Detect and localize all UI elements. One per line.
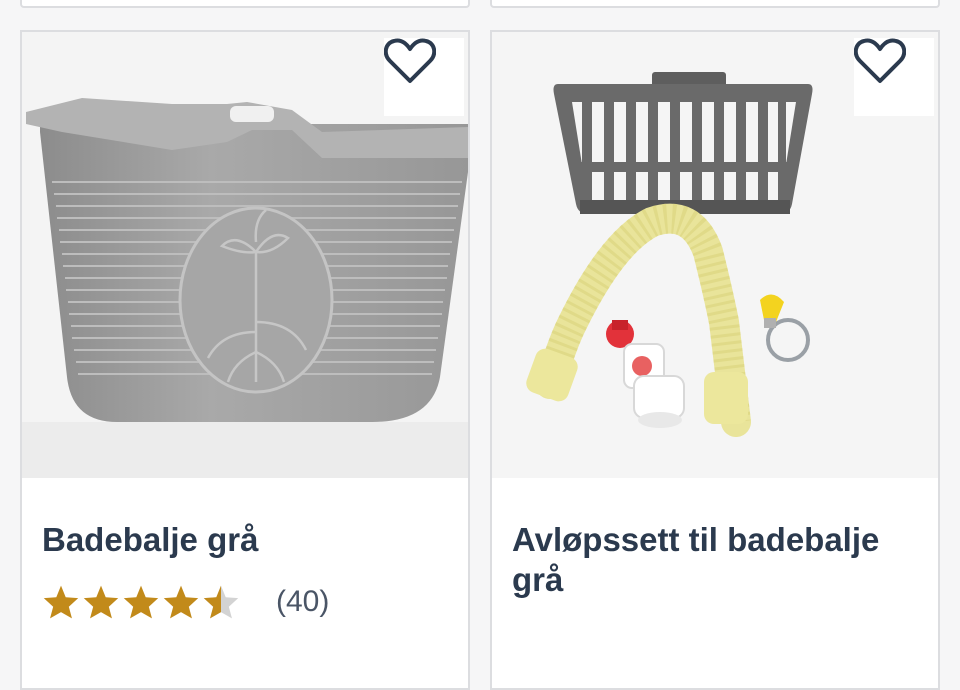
product-image-bathtub[interactable] — [22, 32, 468, 478]
previous-product-card-left[interactable] — [20, 0, 470, 8]
favorite-button[interactable] — [384, 38, 464, 116]
product-card-badebalje[interactable]: Badebalje grå (40) — [20, 30, 470, 690]
product-image-drain-kit[interactable] — [492, 32, 938, 478]
star-filled-icon — [43, 585, 79, 619]
star-filled-icon — [163, 585, 199, 619]
previous-product-card-right[interactable] — [490, 0, 940, 8]
product-title[interactable]: Avløpssett til badebalje grå — [512, 520, 912, 600]
rating-stars — [42, 584, 240, 620]
product-card-avlopssett[interactable]: Avløpssett til badebalje grå — [490, 30, 940, 690]
review-count: (40) — [276, 585, 330, 618]
star-filled-icon — [83, 585, 119, 619]
star-filled-icon — [123, 585, 159, 619]
star-half-icon — [203, 585, 239, 619]
heart-outline-icon — [854, 38, 906, 83]
product-rating: (40) — [42, 582, 329, 622]
favorite-button[interactable] — [854, 38, 934, 116]
heart-outline-icon — [384, 38, 436, 83]
product-title[interactable]: Badebalje grå — [42, 520, 442, 560]
